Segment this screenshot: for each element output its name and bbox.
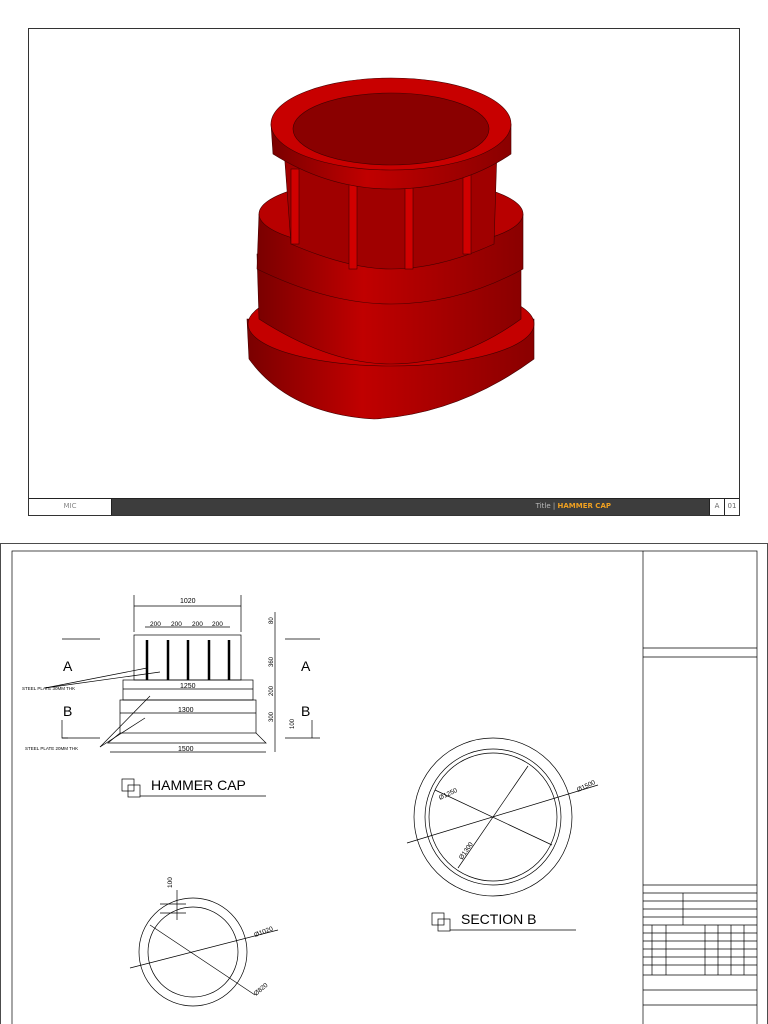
section-b-label-left: B	[63, 703, 72, 719]
section-a-label-left: A	[63, 658, 73, 674]
drawing-frame	[11, 550, 758, 1024]
title-bar: MIC Title | HAMMER CAP A 01	[29, 498, 739, 515]
dim-1250: 1250	[180, 683, 196, 690]
title-block	[642, 551, 757, 1024]
dim-300: 300	[269, 711, 275, 722]
dia-820: Ø820	[253, 982, 270, 998]
section-a-label-right: A	[301, 658, 311, 674]
dim-80: 80	[269, 617, 275, 624]
dim-1300: 1300	[178, 707, 194, 714]
engineering-drawing-sheet: 1020 200 200 200 200 1250 1300 1500 80 3…	[0, 543, 768, 1024]
note-steel-plate-30: STEEL PLATE 30MM THK	[22, 686, 75, 691]
render-frame: MIC Title | HAMMER CAP A 01	[28, 28, 740, 516]
dim-1020: 1020	[180, 598, 196, 605]
dim-200: 200	[269, 685, 275, 696]
section-b-label-right: B	[301, 703, 310, 719]
title-label: Title	[535, 502, 551, 510]
caption-symbols	[121, 778, 576, 932]
dia-1020: Ø1020	[253, 925, 274, 938]
sheet-number: 01	[724, 499, 739, 515]
dim-200: 200	[212, 621, 223, 628]
revision: A	[709, 499, 724, 515]
company-label: MIC	[29, 499, 112, 515]
section-b-view	[406, 737, 599, 897]
dim-360: 360	[269, 656, 275, 667]
sheet-border	[0, 543, 768, 1024]
caption-hammer-cap: HAMMER CAP	[151, 777, 246, 793]
dim-100: 100	[167, 877, 174, 888]
dim-1500: 1500	[178, 746, 194, 753]
dim-200: 200	[171, 621, 182, 628]
dim-200: 200	[192, 621, 203, 628]
dia-1300: Ø1300	[458, 841, 475, 861]
note-steel-plate-20: STEEL PLATE 20MM THK	[25, 746, 78, 751]
front-elevation	[44, 595, 320, 753]
title-field: Title | HAMMER CAP	[112, 499, 709, 515]
drawing-title: HAMMER CAP	[557, 502, 611, 510]
dim-200: 200	[150, 621, 161, 628]
dim-100: 100	[290, 718, 296, 729]
caption-section-b: SECTION B	[461, 911, 536, 927]
hammer-cap-3d-render	[246, 77, 535, 420]
